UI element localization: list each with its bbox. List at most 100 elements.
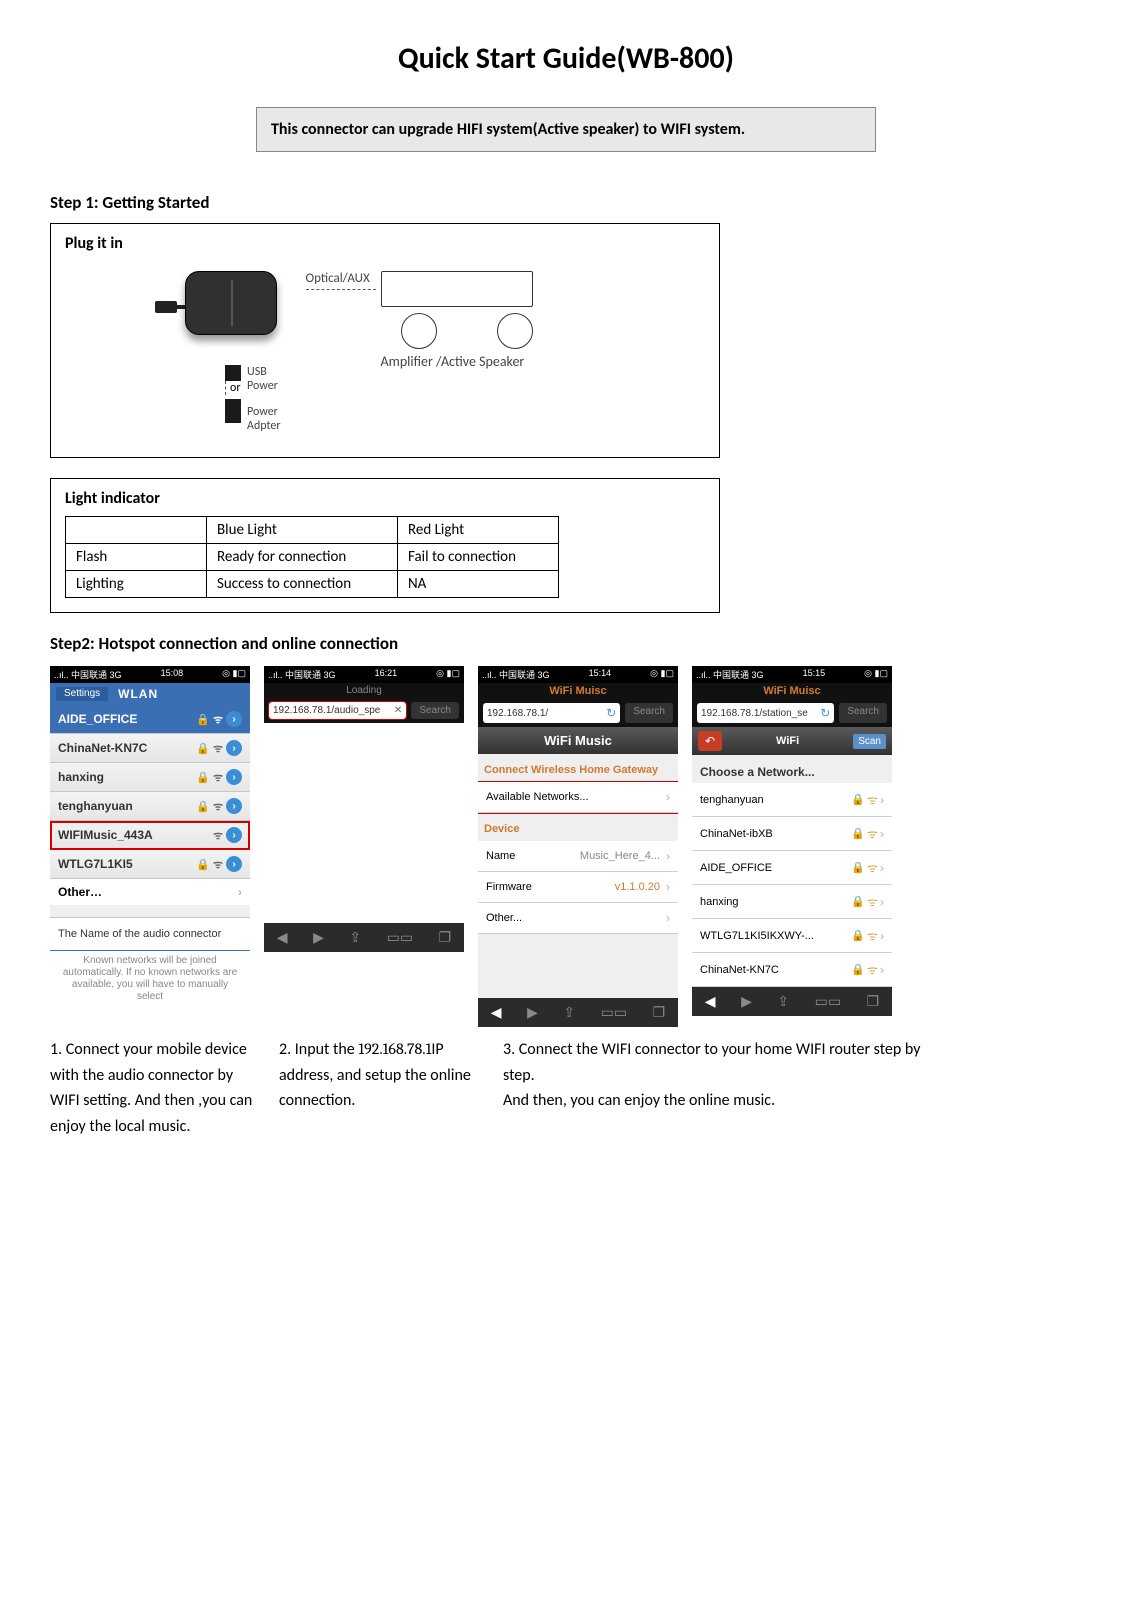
search-button[interactable]: Search xyxy=(839,703,887,723)
nav-back-icon[interactable]: ◀ xyxy=(277,929,288,946)
detail-arrow-icon[interactable]: › xyxy=(226,798,242,814)
nav-tabs-icon[interactable]: ❐ xyxy=(653,1004,666,1021)
nav-share-icon[interactable]: ⇪ xyxy=(349,929,361,946)
other-label: Other... xyxy=(486,912,522,924)
refresh-icon[interactable]: ↻ xyxy=(820,706,830,720)
wifi-row-label[interactable]: tenghanyuan xyxy=(58,799,133,813)
nav-forward-icon[interactable]: ▶ xyxy=(313,929,324,946)
available-networks-label: Available Networks... xyxy=(486,791,589,803)
refresh-icon[interactable]: ↻ xyxy=(606,706,616,720)
wifi-signal-icon: ᯤ xyxy=(867,791,878,808)
chevron-right-icon: › xyxy=(880,929,884,943)
close-icon[interactable]: ✕ xyxy=(394,705,402,716)
intro-box: This connector can upgrade HIFI system(A… xyxy=(256,107,876,152)
page-header: WiFi Muisc xyxy=(478,683,678,699)
nav-back-icon[interactable]: ◀ xyxy=(491,1004,502,1021)
detail-arrow-icon[interactable]: › xyxy=(226,769,242,785)
lock-icon: 🔒 xyxy=(851,929,865,942)
network-name: tenghanyuan xyxy=(700,794,764,806)
scan-button[interactable]: Scan xyxy=(853,734,886,749)
nav-tabs-icon[interactable]: ❐ xyxy=(439,929,452,946)
nav-back-icon[interactable]: ◀ xyxy=(705,993,716,1010)
wifi-signal-icon: ᯤ xyxy=(867,825,878,842)
network-name: ChinaNet-KN7C xyxy=(700,964,779,976)
nav-share-icon[interactable]: ⇪ xyxy=(777,993,789,1010)
dashed-line xyxy=(306,289,376,290)
caption-3: 3. Connect the WIFI connector to your ho… xyxy=(503,1037,923,1139)
available-networks-row[interactable]: Available Networks... › xyxy=(478,782,678,813)
status-battery: ◎ ▮▢ xyxy=(864,668,888,681)
chevron-right-icon: › xyxy=(666,911,670,925)
firmware-label: Firmware xyxy=(486,881,532,893)
nav-forward-icon[interactable]: ▶ xyxy=(527,1004,538,1021)
wifi-signal-icon: ᯤ xyxy=(867,893,878,910)
search-button[interactable]: Search xyxy=(411,702,459,719)
nav-share-icon[interactable]: ⇪ xyxy=(563,1004,575,1021)
nav-forward-icon[interactable]: ▶ xyxy=(741,993,752,1010)
nav-bookmarks-icon[interactable]: ▭▭ xyxy=(387,929,413,946)
power-adapter-icon xyxy=(225,399,241,423)
th-red: Red Light xyxy=(398,517,559,544)
search-button[interactable]: Search xyxy=(625,703,673,723)
wifi-row-label[interactable]: hanxing xyxy=(58,770,104,784)
firmware-row[interactable]: Firmware v1.1.0.20› xyxy=(478,872,678,903)
lock-icon: 🔒 xyxy=(851,793,865,806)
amp-label: Amplifier /Active Speaker xyxy=(381,353,533,370)
lock-icon: 🔒 xyxy=(851,861,865,874)
address-bar[interactable]: 192.168.78.1/station_se ↻ xyxy=(697,703,834,723)
speaker-right-icon xyxy=(497,313,533,349)
light-indicator-title: Light indicator xyxy=(65,489,705,508)
lock-icon: 🔒 xyxy=(851,895,865,908)
optical-label: Optical/AUX xyxy=(306,271,376,286)
wifi-music-title: WiFi Music xyxy=(478,727,678,754)
speaker-left-icon xyxy=(401,313,437,349)
caption-1: 1. Connect your mobile device with the a… xyxy=(50,1037,265,1139)
power-adapter-label: Power Adpter xyxy=(247,405,281,433)
address-bar[interactable]: 192.168.78.1/ ↻ xyxy=(483,703,620,723)
settings-button[interactable]: Settings xyxy=(56,687,108,701)
status-time: 15:15 xyxy=(803,668,826,681)
address-bar[interactable]: 192.168.78.1/audio_spe ✕ xyxy=(269,702,406,719)
other-row[interactable]: Other… xyxy=(58,885,102,899)
row-flash: Flash xyxy=(66,544,207,571)
nav-tabs-icon[interactable]: ❐ xyxy=(867,993,880,1010)
detail-arrow-icon[interactable]: › xyxy=(226,711,242,727)
wifi-signal-icon: ᯤ xyxy=(867,927,878,944)
network-row[interactable]: WTLG7L1KI5IKXWY-... 🔒ᯤ› xyxy=(692,919,892,953)
plug-icon xyxy=(155,301,177,313)
power-label: Power xyxy=(247,379,281,393)
status-carrier: ..ıl.. 中国联通 3G xyxy=(268,668,336,681)
network-name: ChinaNet-ibXB xyxy=(700,828,773,840)
cell-lighting-blue: Success to connection xyxy=(207,571,398,598)
nav-bookmarks-icon[interactable]: ▭▭ xyxy=(601,1004,627,1021)
device-name-row[interactable]: Name Music_Here_4...› xyxy=(478,841,678,872)
status-time: 15:14 xyxy=(589,668,612,681)
other-row[interactable]: Other... › xyxy=(478,903,678,934)
cell-lighting-red: NA xyxy=(398,571,559,598)
wifi-row-label[interactable]: AIDE_OFFICE xyxy=(58,712,137,726)
detail-arrow-icon[interactable]: › xyxy=(226,740,242,756)
wifi-row-label[interactable]: ChinaNet-KN7C xyxy=(58,741,147,755)
plug-label: Plug it in xyxy=(65,234,705,253)
detail-arrow-icon[interactable]: › xyxy=(226,827,242,843)
network-row[interactable]: AIDE_OFFICE 🔒ᯤ› xyxy=(692,851,892,885)
wifi-row-label[interactable]: WTLG7L1KI5 xyxy=(58,857,133,871)
known-networks-note: Known networks will be joined automatica… xyxy=(50,950,250,1003)
detail-arrow-icon[interactable]: › xyxy=(226,856,242,872)
chevron-right-icon: › xyxy=(880,861,884,875)
wifi-row-label[interactable]: WIFIMusic_443A xyxy=(58,828,153,842)
network-row[interactable]: tenghanyuan 🔒ᯤ› xyxy=(692,783,892,817)
caption-2a: 2. Input the xyxy=(279,1040,358,1059)
network-name: AIDE_OFFICE xyxy=(700,862,772,874)
back-button[interactable]: ↶ xyxy=(698,731,722,751)
network-row[interactable]: hanxing 🔒ᯤ› xyxy=(692,885,892,919)
light-indicator-table: Blue Light Red Light Flash Ready for con… xyxy=(65,516,559,598)
step2-heading: Step2: Hotspot connection and online con… xyxy=(50,633,1082,654)
nav-bookmarks-icon[interactable]: ▭▭ xyxy=(815,993,841,1010)
cell-flash-red: Fail to connection xyxy=(398,544,559,571)
network-row[interactable]: ChinaNet-KN7C 🔒ᯤ› xyxy=(692,953,892,987)
wlan-title: WLAN xyxy=(118,687,158,701)
wifi-title: WiFi xyxy=(776,735,799,747)
network-row[interactable]: ChinaNet-ibXB 🔒ᯤ› xyxy=(692,817,892,851)
address-text: 192.168.78.1/audio_spe xyxy=(273,705,380,716)
